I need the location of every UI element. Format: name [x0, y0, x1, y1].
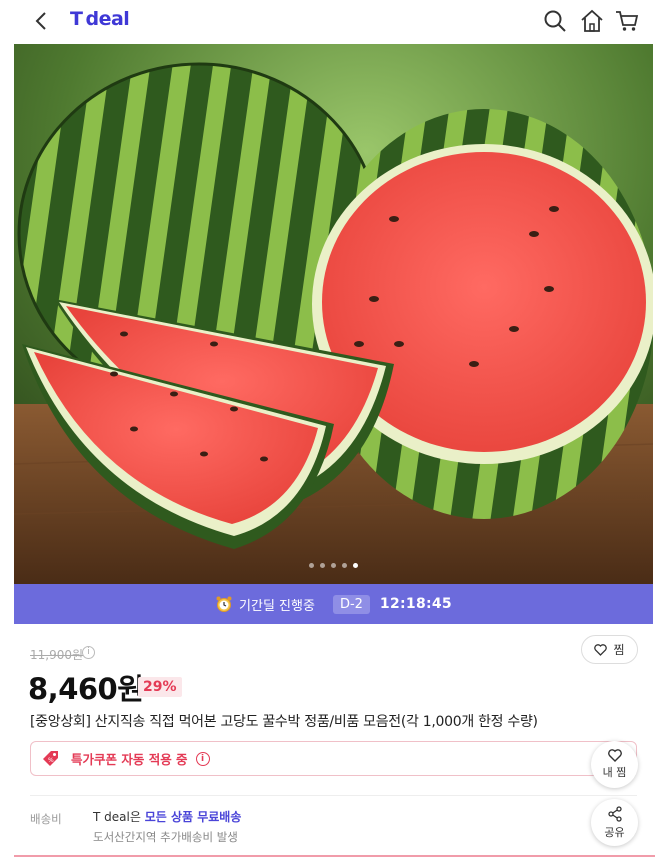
- carousel-dot[interactable]: [342, 563, 347, 568]
- shipping-info: T deal은 모든 상품 무료배송: [93, 808, 241, 825]
- floating-wish-button[interactable]: 내 찜: [591, 741, 638, 788]
- cart-button[interactable]: [614, 8, 640, 34]
- coupon-banner[interactable]: % 특가쿠폰 자동 적용 중 i: [30, 741, 637, 776]
- free-shipping-text: 모든 상품 무료배송: [144, 810, 242, 824]
- coupon-text: 특가쿠폰 자동 적용 중: [71, 752, 188, 767]
- original-price: 11,900원: [30, 648, 84, 662]
- wish-button[interactable]: 찜: [581, 635, 638, 664]
- section-divider: [30, 795, 637, 796]
- share-icon: [607, 805, 622, 822]
- search-button[interactable]: [542, 8, 568, 34]
- svg-text:%: %: [48, 757, 54, 764]
- logo-text: deal: [85, 8, 130, 30]
- home-button[interactable]: [579, 8, 605, 34]
- top-header: Tdeal: [0, 0, 655, 44]
- d-day-badge: D-2: [332, 594, 370, 614]
- carousel-dot[interactable]: [331, 563, 336, 568]
- product-title: [중앙상회] 산지직송 직접 먹어본 고당도 꿀수박 정품/비품 모음전(각 1…: [30, 714, 538, 730]
- search-icon: [544, 10, 566, 32]
- tdeal-logo[interactable]: Tdeal: [70, 8, 130, 30]
- sale-price: 8,460원: [28, 672, 144, 706]
- logo-prefix: T: [70, 8, 83, 30]
- shipping-extra-note: 도서산간지역 추가배송비 발생: [93, 830, 238, 844]
- countdown-timer: 12:18:45: [379, 596, 452, 612]
- carousel-dot[interactable]: [353, 563, 358, 568]
- back-button[interactable]: [30, 9, 54, 33]
- cart-icon: [616, 11, 639, 31]
- wish-label: 찜: [613, 643, 625, 657]
- floating-share-button[interactable]: 공유: [591, 799, 638, 846]
- carousel-dot[interactable]: [320, 563, 325, 568]
- floating-wish-label: 내 찜: [602, 766, 627, 779]
- watermelon-image: [14, 44, 653, 584]
- discount-badge: 29%: [138, 677, 182, 697]
- product-image-carousel[interactable]: [14, 44, 653, 584]
- chevron-left-icon: [35, 12, 46, 30]
- coupon-info-icon[interactable]: i: [195, 751, 210, 766]
- heart-icon: [607, 749, 622, 762]
- home-icon: [581, 9, 603, 32]
- deal-status-label: 기간딜 진행중: [239, 598, 315, 614]
- coupon-tag-icon: %: [43, 750, 58, 766]
- shipping-label: 배송비: [30, 812, 62, 826]
- carousel-dots: [14, 553, 653, 572]
- time-deal-banner: 기간딜 진행중 D-2 12:18:45: [14, 584, 653, 624]
- alarm-clock-icon: [216, 596, 232, 612]
- price-info-icon[interactable]: i: [82, 646, 95, 659]
- floating-share-label: 공유: [604, 825, 625, 839]
- carousel-dot[interactable]: [309, 563, 314, 568]
- heart-icon: [594, 643, 608, 656]
- shipping-prefix: T deal은: [93, 810, 145, 824]
